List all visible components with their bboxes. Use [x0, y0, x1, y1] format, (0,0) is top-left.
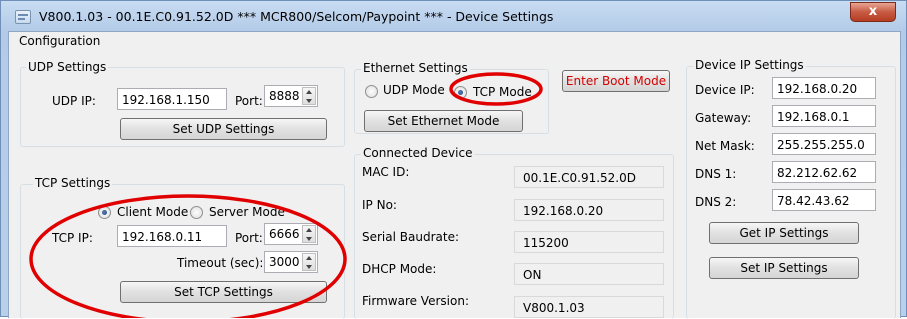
spin-arrows-icon[interactable]: [302, 253, 316, 271]
client-mode-radio[interactable]: [98, 206, 111, 219]
mac-id-value: 00.1E.C0.91.52.0D: [514, 166, 664, 188]
dns-2-label: DNS 2:: [695, 195, 737, 209]
set-tcp-settings-button[interactable]: Set TCP Settings: [120, 281, 327, 303]
ethernet-settings-label: Ethernet Settings: [361, 61, 470, 75]
serial-baudrate-value: 115200: [514, 231, 664, 253]
ip-no-label: IP No:: [362, 198, 397, 212]
client-mode-label[interactable]: Client Mode: [117, 205, 188, 219]
client-area: Configuration UDP Settings UDP IP: 192.1…: [8, 31, 901, 319]
tcp-ip-label: TCP IP:: [52, 231, 93, 245]
tcp-settings-label: TCP Settings: [33, 176, 113, 190]
server-mode-label[interactable]: Server Mode: [209, 205, 285, 219]
udp-mode-label[interactable]: UDP Mode: [383, 83, 445, 97]
server-mode-radio[interactable]: [190, 206, 203, 219]
dhcp-mode-label: DHCP Mode:: [362, 262, 437, 276]
title-bar[interactable]: V800.1.03 - 00.1E.C0.91.52.0D *** MCR800…: [1, 1, 906, 31]
window-title: V800.1.03 - 00.1E.C0.91.52.0D *** MCR800…: [39, 9, 554, 24]
udp-mode-radio[interactable]: [365, 85, 378, 98]
timeout-stepper[interactable]: 3000: [264, 251, 318, 273]
firmware-version-value: V800.1.03: [514, 296, 664, 318]
udp-ip-input[interactable]: 192.168.1.150: [117, 88, 227, 110]
device-ip-label: Device IP:: [695, 83, 755, 97]
tcp-port-label: Port:: [235, 231, 263, 245]
udp-port-stepper[interactable]: 8888: [264, 85, 318, 107]
set-udp-settings-button[interactable]: Set UDP Settings: [120, 118, 327, 140]
spin-arrows-icon[interactable]: [302, 87, 316, 105]
app-window-icon[interactable]: [15, 10, 31, 24]
tcp-mode-radio[interactable]: [454, 86, 467, 99]
set-ip-settings-button[interactable]: Set IP Settings: [709, 257, 859, 279]
tcp-mode-label[interactable]: TCP Mode: [473, 85, 532, 99]
device-ip-settings-label: Device IP Settings: [693, 58, 806, 72]
timeout-label: Timeout (sec):: [177, 256, 264, 270]
udp-port-value: 8888: [269, 89, 300, 103]
tcp-port-stepper[interactable]: 6666: [264, 223, 318, 245]
gateway-input[interactable]: 192.168.0.1: [772, 105, 876, 127]
enter-boot-mode-button[interactable]: Enter Boot Mode: [562, 70, 670, 92]
dns-1-label: DNS 1:: [695, 167, 737, 181]
menu-bar: Configuration: [9, 32, 900, 50]
firmware-version-label: Firmware Version:: [362, 294, 469, 308]
udp-settings-label: UDP Settings: [26, 60, 109, 74]
ip-no-value: 192.168.0.20: [514, 199, 664, 221]
udp-ip-label: UDP IP:: [52, 94, 96, 108]
serial-baudrate-label: Serial Baudrate:: [362, 230, 459, 244]
menu-configuration[interactable]: Configuration: [19, 34, 100, 48]
dhcp-mode-value: ON: [514, 263, 664, 285]
set-ethernet-mode-button[interactable]: Set Ethernet Mode: [364, 110, 523, 132]
udp-port-label: Port:: [235, 94, 263, 108]
mac-id-label: MAC ID:: [362, 165, 410, 179]
net-mask-input[interactable]: 255.255.255.0: [772, 133, 876, 155]
device-settings-window: V800.1.03 - 00.1E.C0.91.52.0D *** MCR800…: [0, 0, 907, 319]
gateway-label: Gateway:: [695, 111, 752, 125]
timeout-value: 3000: [269, 255, 300, 269]
device-ip-input[interactable]: 192.168.0.20: [772, 77, 876, 99]
tcp-port-value: 6666: [269, 227, 300, 241]
dns-1-input[interactable]: 82.212.62.62: [772, 161, 876, 183]
get-ip-settings-button[interactable]: Get IP Settings: [709, 222, 859, 244]
dns-2-input[interactable]: 78.42.43.62: [772, 189, 876, 211]
connected-device-label: Connected Device: [361, 146, 475, 160]
tcp-ip-input[interactable]: 192.168.0.11: [117, 225, 227, 247]
close-button[interactable]: x: [850, 2, 896, 22]
spin-arrows-icon[interactable]: [302, 225, 316, 243]
net-mask-label: Net Mask:: [695, 139, 755, 153]
